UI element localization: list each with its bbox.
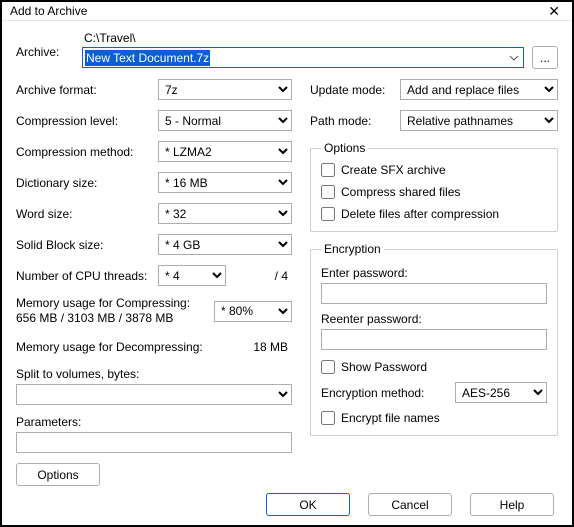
dialog-window: Add to Archive ✕ Archive: C:\Travel\ New… <box>2 2 572 525</box>
mem-comp-values: 656 MB / 3103 MB / 3878 MB <box>16 311 196 326</box>
dict-label: Dictionary size: <box>16 176 158 190</box>
pathmode-label: Path mode: <box>310 114 400 128</box>
threads-label: Number of CPU threads: <box>16 269 158 283</box>
level-select[interactable]: 5 - Normal <box>158 110 292 131</box>
archive-name-combo[interactable]: New Text Document.7z <box>82 47 524 68</box>
shared-checkbox[interactable] <box>321 185 335 199</box>
update-select[interactable]: Add and replace files <box>400 79 558 100</box>
shared-row[interactable]: Compress shared files <box>321 185 547 199</box>
enc-method-label: Encryption method: <box>321 386 455 400</box>
mem-comp-label: Memory usage for Compressing: <box>16 296 196 311</box>
params-label: Parameters: <box>16 415 292 429</box>
options-group: Options Create SFX archive Compress shar… <box>310 141 558 232</box>
sfx-label: Create SFX archive <box>341 163 446 177</box>
delete-row[interactable]: Delete files after compression <box>321 207 547 221</box>
split-label: Split to volumes, bytes: <box>16 367 292 381</box>
title-bar: Add to Archive ✕ <box>2 2 572 21</box>
cancel-button[interactable]: Cancel <box>368 493 452 516</box>
threads-select[interactable]: * 4 <box>158 265 226 286</box>
format-select[interactable]: 7z <box>158 79 292 100</box>
mem-decomp-label: Memory usage for Decompressing: <box>16 340 216 354</box>
left-column: Archive format: 7z Compression level: 5 … <box>16 79 292 486</box>
update-label: Update mode: <box>310 83 400 97</box>
pathmode-select[interactable]: Relative pathnames <box>400 110 558 131</box>
enc-names-checkbox[interactable] <box>321 411 335 425</box>
word-select[interactable]: * 32 <box>158 203 292 224</box>
options-legend: Options <box>321 141 368 155</box>
encryption-group: Encryption Enter password: Reenter passw… <box>310 242 558 436</box>
button-bar: OK Cancel Help <box>2 492 572 525</box>
help-button[interactable]: Help <box>470 493 554 516</box>
show-pw-label: Show Password <box>341 360 427 374</box>
archive-label: Archive: <box>16 31 82 59</box>
show-pw-row[interactable]: Show Password <box>321 360 547 374</box>
archive-name-value: New Text Document.7z <box>85 50 210 66</box>
options-button[interactable]: Options <box>16 463 100 486</box>
method-label: Compression method: <box>16 145 158 159</box>
browse-button[interactable]: ... <box>532 46 558 69</box>
enter-pw-label: Enter password: <box>321 266 547 280</box>
dialog-content: Archive: C:\Travel\ New Text Document.7z… <box>2 21 572 492</box>
browse-label: ... <box>540 52 550 64</box>
block-label: Solid Block size: <box>16 238 158 252</box>
delete-checkbox[interactable] <box>321 207 335 221</box>
sfx-row[interactable]: Create SFX archive <box>321 163 547 177</box>
params-input[interactable] <box>16 432 292 453</box>
enc-names-row[interactable]: Encrypt file names <box>321 411 547 425</box>
reenter-pw-label: Reenter password: <box>321 312 547 326</box>
close-button[interactable]: ✕ <box>542 2 566 20</box>
split-select[interactable] <box>16 384 292 405</box>
sfx-checkbox[interactable] <box>321 163 335 177</box>
enc-method-select[interactable]: AES-256 <box>455 382 547 403</box>
show-pw-checkbox[interactable] <box>321 360 335 374</box>
password-confirm-input[interactable] <box>321 329 547 350</box>
word-label: Word size: <box>16 207 158 221</box>
right-column: Update mode: Add and replace files Path … <box>310 79 558 486</box>
block-select[interactable]: * 4 GB <box>158 234 292 255</box>
password-input[interactable] <box>321 283 547 304</box>
level-label: Compression level: <box>16 114 158 128</box>
format-label: Archive format: <box>16 83 158 97</box>
chevron-down-icon <box>509 55 519 61</box>
threads-max: / 4 <box>232 269 292 283</box>
mem-decomp-value: 18 MB <box>216 340 292 354</box>
encryption-legend: Encryption <box>321 242 384 256</box>
archive-row: Archive: C:\Travel\ New Text Document.7z… <box>16 31 558 69</box>
dict-select[interactable]: * 16 MB <box>158 172 292 193</box>
shared-label: Compress shared files <box>341 185 460 199</box>
mem-comp-select[interactable]: * 80% <box>214 301 292 322</box>
method-select[interactable]: * LZMA2 <box>158 141 292 162</box>
ok-button[interactable]: OK <box>266 493 350 516</box>
window-title: Add to Archive <box>10 4 87 18</box>
enc-names-label: Encrypt file names <box>341 411 440 425</box>
archive-path: C:\Travel\ <box>82 31 558 45</box>
delete-label: Delete files after compression <box>341 207 499 221</box>
